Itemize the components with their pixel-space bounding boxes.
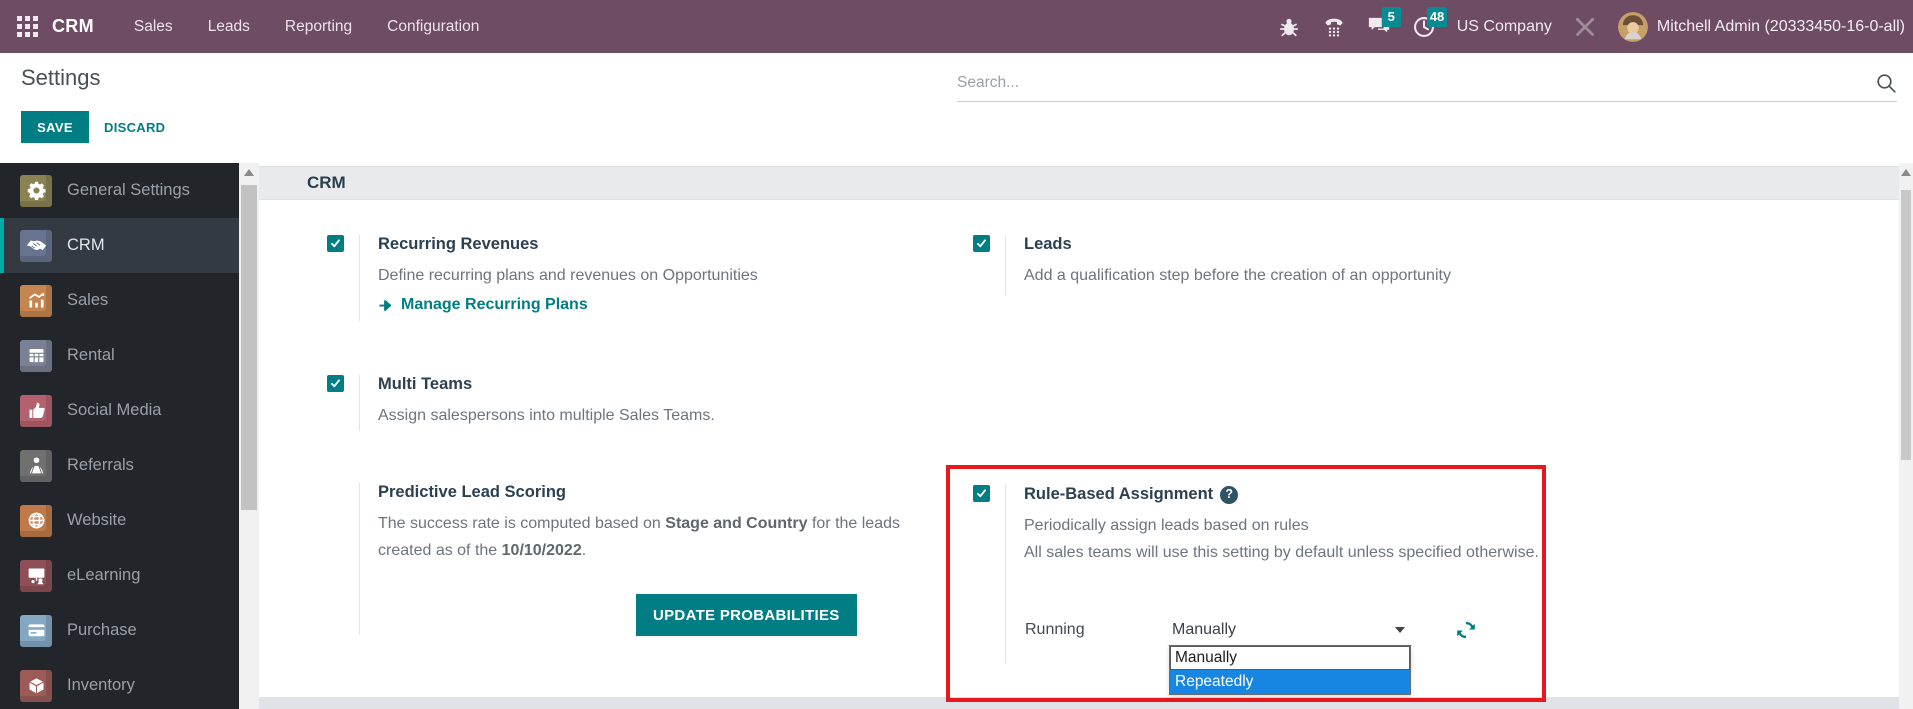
search-input[interactable] — [957, 74, 1875, 92]
globe-icon — [20, 505, 52, 537]
box-icon — [20, 670, 52, 702]
apps-menu-icon[interactable] — [17, 16, 38, 37]
setting-multi-teams: Multi Teams Assign salespersons into mul… — [327, 375, 960, 431]
option-repeatedly[interactable]: Repeatedly — [1170, 670, 1410, 694]
messages-icon[interactable]: 5 — [1367, 15, 1391, 39]
sales-chart-icon — [20, 285, 52, 317]
setting-title: Leads — [1024, 235, 1606, 254]
sidebar-item-general-settings[interactable]: General Settings — [0, 163, 239, 218]
top-menu: Sales Leads Reporting Configuration — [134, 18, 479, 36]
page-title: Settings — [21, 65, 101, 91]
control-panel: Settings SAVE DISCARD — [0, 53, 1913, 163]
rule-based-assignment-checkbox[interactable] — [973, 485, 990, 502]
sidebar-item-rental[interactable]: Rental — [0, 328, 239, 383]
sidebar-item-purchase[interactable]: Purchase — [0, 603, 239, 658]
manage-recurring-plans-link[interactable]: Manage Recurring Plans — [378, 296, 960, 314]
chevron-down-icon — [1395, 627, 1405, 633]
setting-leads: Leads Add a qualification step before th… — [973, 235, 1606, 295]
top-navbar: CRM Sales Leads Reporting Configuration … — [0, 0, 1913, 53]
activities-count-badge: 48 — [1427, 7, 1447, 27]
setting-title: Rule-Based Assignment ? — [1024, 485, 1551, 504]
user-avatar[interactable] — [1618, 12, 1648, 42]
recurring-revenues-checkbox[interactable] — [327, 235, 344, 252]
setting-title: Recurring Revenues — [378, 235, 960, 254]
discard-button[interactable]: DISCARD — [104, 111, 165, 143]
section-header-crm: CRM — [259, 166, 1899, 200]
crm-settings-screen: CRM Sales Leads Reporting Configuration … — [0, 0, 1913, 709]
setting-description: Periodically assign leads based on rules… — [1024, 512, 1551, 566]
menu-sales[interactable]: Sales — [134, 18, 173, 36]
running-field-row: Running Manually — [1025, 614, 1477, 646]
activities-clock-icon[interactable]: 48 — [1412, 15, 1436, 39]
credit-card-icon — [20, 615, 52, 647]
sidebar-item-crm[interactable]: CRM — [0, 218, 239, 273]
setting-description: The success rate is computed based on St… — [378, 510, 905, 564]
menu-configuration[interactable]: Configuration — [387, 18, 479, 36]
settings-sidebar: General Settings CRM Sales Rental Social… — [0, 163, 239, 709]
setting-description: Assign salespersons into multiple Sales … — [378, 402, 960, 429]
setting-title: Predictive Lead Scoring — [378, 483, 905, 502]
sidebar-item-referrals[interactable]: Referrals — [0, 438, 239, 493]
search-icon[interactable] — [1875, 72, 1897, 94]
sidebar-item-elearning[interactable]: eLearning — [0, 548, 239, 603]
sidebar-scrollbar — [239, 163, 259, 709]
voip-phone-icon[interactable] — [1322, 15, 1346, 39]
arrow-right-icon — [378, 298, 393, 313]
help-icon[interactable]: ? — [1220, 486, 1238, 504]
setting-recurring-revenues: Recurring Revenues Define recurring plan… — [327, 235, 960, 321]
sidebar-scrollbar-thumb[interactable] — [241, 185, 257, 510]
thumbs-up-icon — [20, 395, 52, 427]
sidebar-item-inventory[interactable]: Inventory — [0, 658, 239, 709]
presentation-icon — [20, 560, 52, 592]
sidebar-item-sales[interactable]: Sales — [0, 273, 239, 328]
sidebar-item-social-media[interactable]: Social Media — [0, 383, 239, 438]
gear-icon — [20, 175, 52, 207]
running-select-dropdown: Manually Repeatedly — [1169, 645, 1411, 695]
menu-leads[interactable]: Leads — [208, 18, 250, 36]
rental-grid-icon — [20, 340, 52, 372]
next-section-edge — [259, 697, 1899, 709]
referral-person-icon — [20, 450, 52, 482]
debug-bug-icon[interactable] — [1277, 15, 1301, 39]
section-title: CRM — [307, 173, 346, 193]
topbar-right-cluster: 5 48 US Company Mitchell Admin (20333450… — [1277, 0, 1905, 53]
handshake-icon — [20, 230, 52, 262]
setting-title: Multi Teams — [378, 375, 960, 394]
menu-reporting[interactable]: Reporting — [285, 18, 352, 36]
company-switcher[interactable]: US Company — [1457, 18, 1552, 36]
running-select[interactable]: Manually — [1168, 614, 1412, 646]
support-tools-icon[interactable] — [1573, 15, 1597, 39]
refresh-icon[interactable] — [1455, 619, 1477, 641]
option-manually[interactable]: Manually — [1170, 646, 1410, 670]
update-probabilities-button[interactable]: UPDATE PROBABILITIES — [636, 594, 857, 636]
content-scrollbar-thumb[interactable] — [1901, 190, 1911, 460]
settings-panel: CRM Recurring Revenues Define recurring … — [259, 163, 1899, 709]
leads-checkbox[interactable] — [973, 235, 990, 252]
running-field-label: Running — [1025, 621, 1168, 639]
multi-teams-checkbox[interactable] — [327, 375, 344, 392]
sidebar-item-website[interactable]: Website — [0, 493, 239, 548]
scroll-up-arrow-icon[interactable] — [1901, 169, 1911, 176]
scroll-up-arrow-icon[interactable] — [244, 169, 254, 176]
search-bar — [957, 65, 1897, 102]
setting-description: Add a qualification step before the crea… — [1024, 262, 1606, 289]
user-menu[interactable]: Mitchell Admin (20333450-16-0-all) — [1657, 18, 1905, 36]
content-scrollbar — [1899, 163, 1913, 709]
messages-count-badge: 5 — [1382, 7, 1401, 27]
save-button[interactable]: SAVE — [21, 111, 89, 143]
setting-description: Define recurring plans and revenues on O… — [378, 262, 960, 289]
app-title[interactable]: CRM — [52, 16, 94, 37]
